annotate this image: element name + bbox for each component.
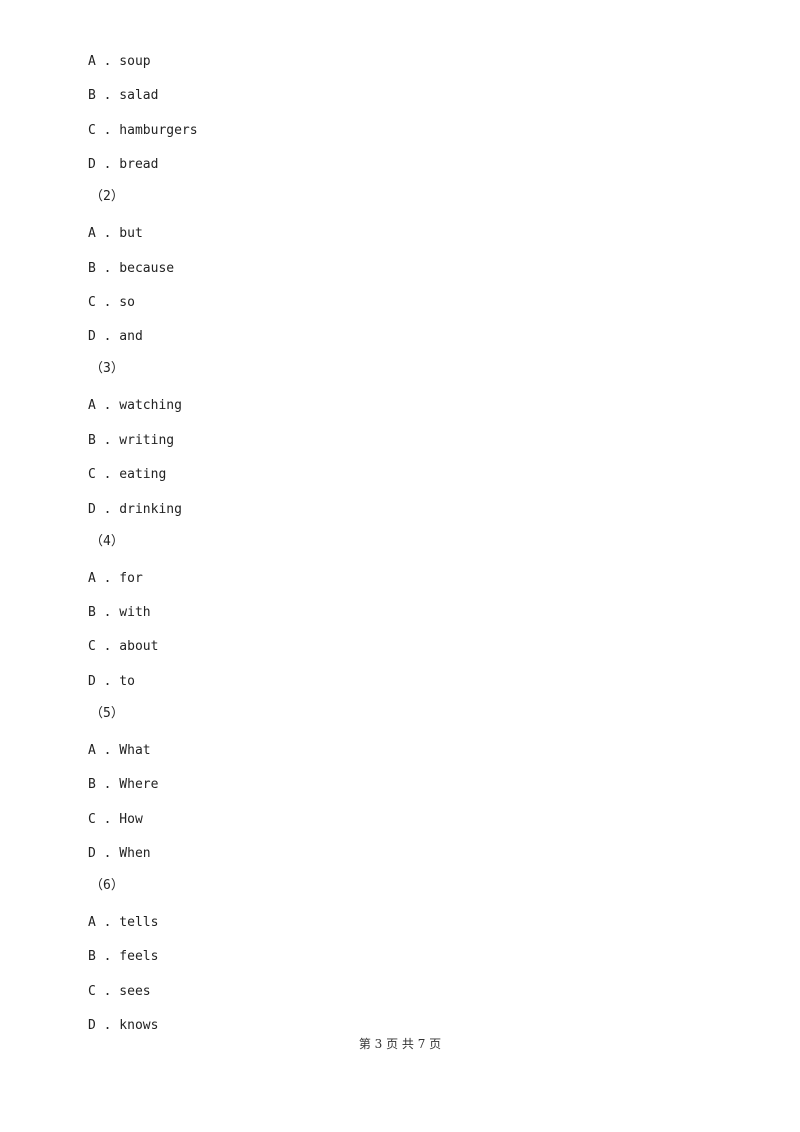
answer-option: C . so: [88, 295, 135, 310]
question-number: （5）: [90, 705, 124, 721]
answer-option: C . about: [88, 639, 159, 655]
answer-option: C . sees: [88, 983, 151, 999]
answer-option: A . but: [88, 226, 143, 242]
answer-option: D . knows: [88, 1018, 159, 1034]
answer-option: B . because: [88, 260, 175, 276]
answer-option: B . salad: [88, 88, 159, 104]
answer-option: A . soup: [88, 54, 151, 69]
answer-option: C . hamburgers: [88, 122, 198, 138]
answer-option: C . How: [88, 811, 143, 827]
answer-option: B . with: [88, 605, 151, 620]
answer-option: B . feels: [88, 949, 159, 965]
answer-option: D . When: [88, 846, 151, 861]
answer-option: D . bread: [88, 157, 159, 173]
question-number: （6）: [90, 878, 124, 893]
question-number: （3）: [90, 361, 124, 377]
answer-option: A . What: [88, 742, 151, 758]
answer-option: D . drinking: [88, 501, 182, 517]
question-number: （4）: [90, 533, 124, 549]
answer-option: D . and: [88, 329, 143, 345]
answer-option: C . eating: [88, 467, 167, 483]
answer-option: B . Where: [88, 777, 159, 793]
question-number: （2）: [90, 189, 124, 205]
answer-option: A . for: [88, 570, 143, 586]
answer-option: D . to: [88, 673, 135, 689]
answer-option: A . watching: [88, 398, 182, 414]
answer-option: B . writing: [88, 432, 175, 448]
page-footer: 第 3 页 共 7 页: [358, 1037, 442, 1051]
answer-option: A . tells: [88, 915, 159, 930]
